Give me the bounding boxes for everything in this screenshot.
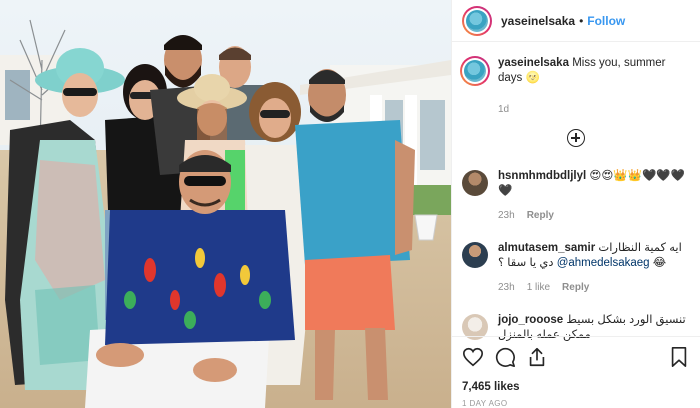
share-icon[interactable]	[526, 346, 548, 368]
post-footer: 7,465 likes 1 DAY AGO	[452, 336, 700, 408]
post-header: yaseinelsaka • Follow	[452, 0, 700, 42]
commenter-avatar[interactable]	[462, 170, 488, 196]
comment-icon[interactable]	[494, 346, 516, 368]
heart-icon[interactable]	[462, 346, 484, 368]
post-timestamp[interactable]: 1 DAY AGO	[462, 399, 690, 408]
comments-list: yaseinelsaka Miss you, summer days 🌝 1d …	[452, 56, 700, 343]
reply-button[interactable]: Reply	[527, 208, 554, 223]
comment-username[interactable]: hsnmhmdbdljlyl	[498, 170, 586, 182]
comment-item: almutasem_samir ايه كمية النظارات دي يا …	[452, 241, 700, 295]
comment-likes[interactable]: 1 like	[527, 280, 550, 295]
author-avatar[interactable]	[462, 5, 492, 36]
bookmark-icon[interactable]	[668, 346, 690, 368]
caption-age[interactable]: 1d	[498, 102, 509, 117]
comment-age[interactable]: 23h	[498, 208, 515, 223]
post-side-panel: yaseinelsaka • Follow yaseinelsaka Miss …	[451, 0, 700, 408]
author-username[interactable]: yaseinelsaka	[501, 14, 575, 28]
action-bar	[462, 346, 690, 368]
caption: yaseinelsaka Miss you, summer days 🌝 1d	[452, 56, 700, 117]
caption-username[interactable]: yaseinelsaka	[498, 57, 569, 69]
comment-item: hsnmhmdbdljlyl 😍😍👑👑🖤🖤🖤🖤 23h Reply	[452, 169, 700, 223]
caption-avatar[interactable]	[460, 56, 490, 86]
load-more-icon[interactable]	[567, 129, 585, 147]
comment-username[interactable]: almutasem_samir	[498, 242, 595, 254]
post-photo[interactable]	[0, 0, 451, 408]
comment-emoji: 😂	[652, 257, 667, 269]
commenter-avatar[interactable]	[462, 242, 488, 268]
follow-button[interactable]: Follow	[587, 14, 625, 28]
group-photo-illustration	[0, 0, 451, 408]
comment-username[interactable]: jojo_rooose	[498, 314, 563, 326]
comment-mention[interactable]: @ahmedelsakaeg	[557, 257, 650, 269]
reply-button[interactable]: Reply	[562, 280, 589, 295]
comment-age[interactable]: 23h	[498, 280, 515, 295]
likes-count[interactable]: 7,465 likes	[462, 381, 690, 393]
separator-dot: •	[579, 13, 584, 28]
